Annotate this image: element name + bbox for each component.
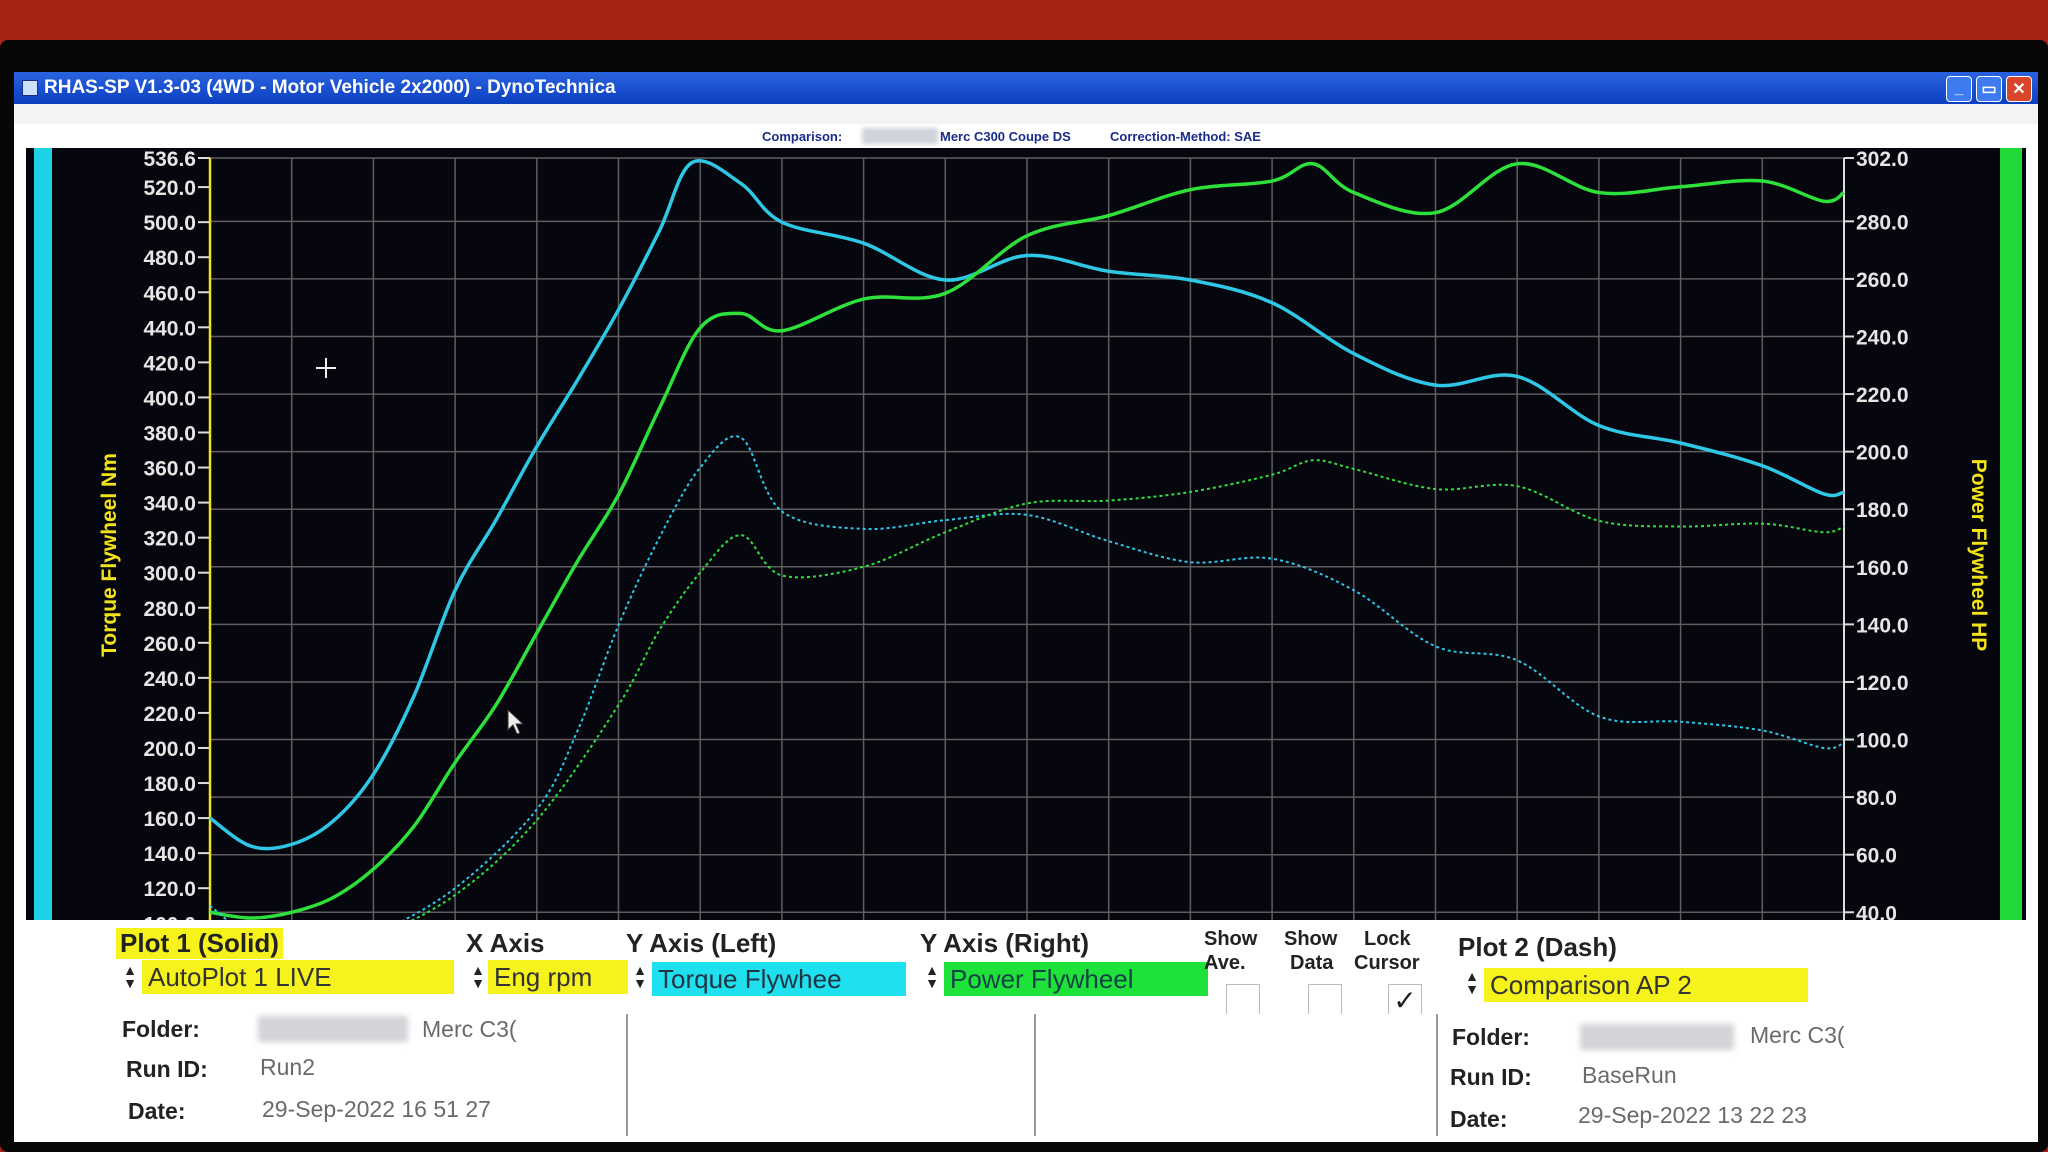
y-left-title: Y Axis (Left) [626,928,777,958]
y-left-tick-label: 500.0 [143,212,196,235]
y-left-tick-label: 360.0 [143,458,196,481]
plot1-folder-label: Folder: [122,1016,200,1042]
show-ave-checkbox[interactable] [1226,984,1260,1018]
y-left-tick-label: 320.0 [143,528,196,551]
y-left-tick-label: 340.0 [143,493,196,516]
maximize-button[interactable]: ▭ [1976,76,2002,102]
y-right-tick-label: 200.0 [1856,442,1909,465]
y-right-tick-label: 220.0 [1856,384,1909,407]
y-left-tick-label: 460.0 [143,282,196,305]
window-controls: _ ▭ ✕ [1946,76,2032,102]
y-left-axis-title: Torque Flywheel Nm [98,453,121,657]
plot1-date-label: Date: [128,1098,186,1124]
show-ave-label-1: Show [1204,928,1258,950]
y-right-tick-label: 160.0 [1856,557,1909,580]
y-right-tick-label: 120.0 [1856,672,1909,695]
show-ave-label-2: Ave. [1204,952,1246,974]
plot2-folder-value: Merc C3( [1750,1022,1845,1048]
y-left-tick-label: 240.0 [143,668,196,691]
plot1-notes-box [626,1014,1038,1136]
y-right-tick-label: 260.0 [1856,269,1909,292]
y-left-tick-label: 440.0 [143,317,196,340]
y-right-tick-label: 240.0 [1856,326,1909,349]
vehicle-name: Merc C300 Coupe DS [940,129,1071,144]
app-window: RHAS-SP V1.3-03 (4WD - Motor Vehicle 2x2… [14,72,2038,1142]
plot2-spinner[interactable]: ▲ ▼ [1464,969,1480,1000]
plot2-title: Plot 2 (Dash) [1458,932,1617,962]
plot1-runid-value: Run2 [260,1054,315,1080]
y-left-tick-label: 536.6 [143,148,196,171]
plot1-folder-value: Merc C3( [422,1016,517,1042]
right-accent-bar [2000,148,2022,996]
chart-svg[interactable]: 2000220024002600280030003200340036003800… [26,148,2026,996]
info-bar: Comparison: Merc C300 Coupe DS Correctio… [14,124,2038,148]
y-left-tick-label: 220.0 [143,703,196,726]
y-left-tick-label: 520.0 [143,177,196,200]
y-left-spinner[interactable]: ▲ ▼ [632,963,648,994]
show-data-checkbox[interactable] [1308,984,1342,1018]
show-data-label-2: Data [1290,952,1334,974]
plot2-date-label: Date: [1450,1106,1508,1132]
plot2-source-select[interactable]: Comparison AP 2 [1484,968,1808,1002]
y-left-tick-label: 260.0 [143,633,196,656]
comparison-redacted [862,128,938,144]
close-button[interactable]: ✕ [2006,76,2032,102]
show-data-label-1: Show [1284,928,1338,950]
plot1-source-select[interactable]: AutoPlot 1 LIVE [142,960,454,994]
y-right-select[interactable]: Power Flywheel [944,962,1208,996]
y-left-tick-label: 140.0 [143,843,196,866]
left-accent-bar [34,148,52,996]
y-left-tick-label: 420.0 [143,352,196,375]
plot2-folder-label: Folder: [1452,1024,1530,1050]
y-left-tick-label: 380.0 [143,422,196,445]
y-left-tick-label: 400.0 [143,387,196,410]
plot1-runid-label: Run ID: [126,1056,208,1082]
y-right-tick-label: 80.0 [1856,787,1897,810]
mouse-pointer-icon [507,708,525,735]
plot2-runid-value: BaseRun [1582,1062,1677,1088]
x-axis-title: X Axis [466,928,545,958]
plot1-title: Plot 1 (Solid) [116,928,283,959]
title-bar[interactable]: RHAS-SP V1.3-03 (4WD - Motor Vehicle 2x2… [14,72,2038,104]
lock-cursor-label-1: Lock [1364,928,1411,950]
y-right-tick-label: 140.0 [1856,614,1909,637]
x-axis-select[interactable]: Eng rpm [488,960,628,994]
plot1-date-value: 29-Sep-2022 16 51 27 [262,1096,491,1122]
y-right-spinner[interactable]: ▲ ▼ [924,963,940,994]
y-left-tick-label: 480.0 [143,247,196,270]
app-icon [22,80,38,96]
x-axis-spinner[interactable]: ▲ ▼ [470,963,486,994]
y-left-tick-label: 200.0 [143,738,196,761]
window-title: RHAS-SP V1.3-03 (4WD - Motor Vehicle 2x2… [44,77,616,98]
lock-cursor-label-2: Cursor [1354,952,1420,974]
y-left-tick-label: 180.0 [143,773,196,796]
plot1-folder-redacted [258,1016,408,1042]
y-left-tick-label: 160.0 [143,808,196,831]
plot2-runid-label: Run ID: [1450,1064,1532,1090]
y-left-tick-label: 120.0 [143,878,196,901]
lock-cursor-checkbox[interactable]: ✓ [1388,984,1422,1018]
plot2-date-value: 29-Sep-2022 13 22 23 [1578,1102,1807,1128]
y-left-tick-label: 280.0 [143,598,196,621]
y-right-axis-title: Power Flywheel HP [1967,459,1990,652]
plot2-notes-box [1034,1014,1438,1136]
y-left-select[interactable]: Torque Flywhee [652,962,906,996]
y-right-title: Y Axis (Right) [920,928,1090,958]
plot1-spinner[interactable]: ▲ ▼ [122,963,138,994]
y-right-tick-label: 180.0 [1856,499,1909,522]
y-left-tick-label: 300.0 [143,563,196,586]
y-right-tick-label: 100.0 [1856,730,1909,753]
y-right-tick-label: 60.0 [1856,845,1897,868]
comparison-label: Comparison: [762,129,843,144]
legend-panel: Plot 1 (Solid) ▲ ▼ AutoPlot 1 LIVE Folder… [14,920,2038,1142]
menu-bar[interactable] [14,104,2038,124]
y-right-tick-label: 280.0 [1856,211,1909,234]
y-right-tick-label: 302.0 [1856,148,1909,171]
dyno-chart[interactable]: 2000220024002600280030003200340036003800… [26,148,2026,996]
correction-method: Correction-Method: SAE [1110,129,1261,144]
plot2-folder-redacted [1580,1024,1734,1050]
minimize-button[interactable]: _ [1946,76,1972,102]
